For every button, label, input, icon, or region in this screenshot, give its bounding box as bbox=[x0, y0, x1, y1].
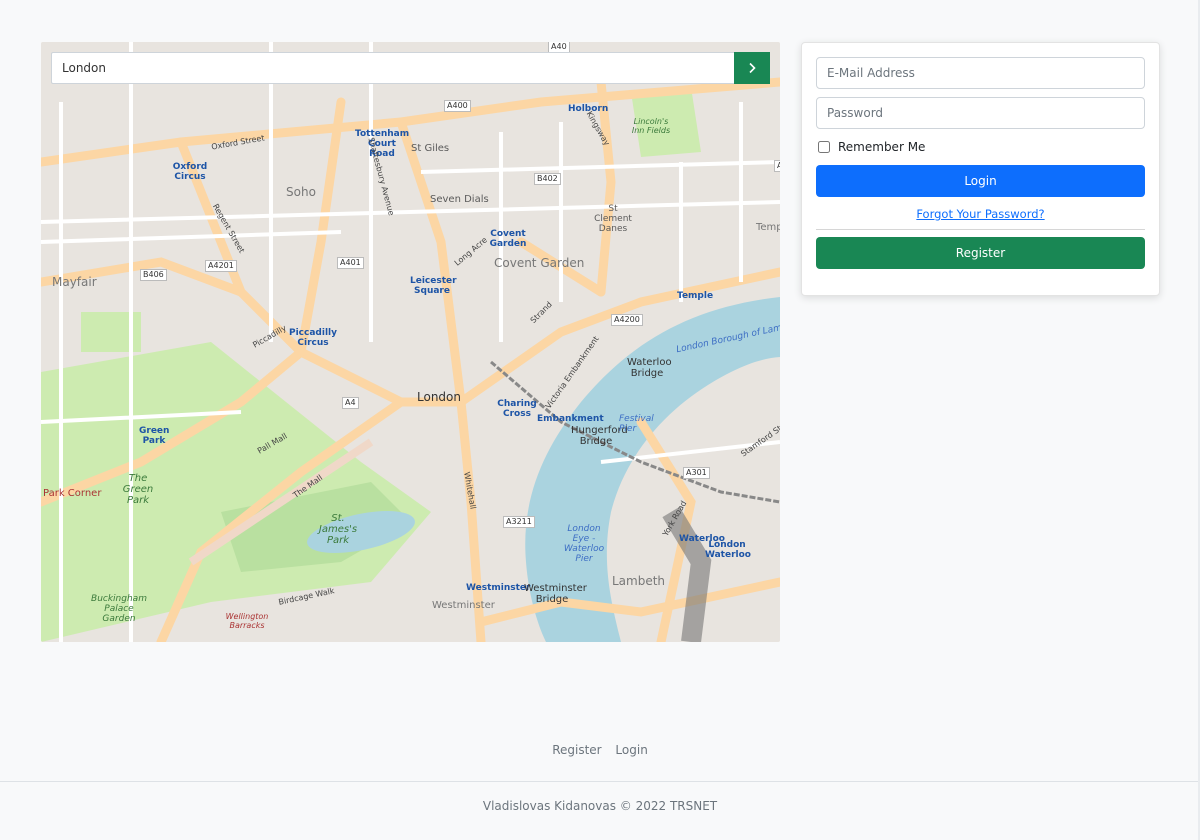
footer-divider bbox=[0, 781, 1200, 782]
road-shield: A3 bbox=[774, 160, 780, 172]
email-field[interactable] bbox=[816, 57, 1145, 89]
footer-login-link[interactable]: Login bbox=[615, 743, 647, 757]
road-shield: A400 bbox=[444, 100, 471, 112]
remember-me-checkbox[interactable] bbox=[818, 141, 830, 153]
password-field[interactable] bbox=[816, 97, 1145, 129]
footer-register-link[interactable]: Register bbox=[552, 743, 601, 757]
remember-me-label: Remember Me bbox=[838, 140, 926, 154]
register-button[interactable]: Register bbox=[816, 237, 1145, 269]
road-shield: A301 bbox=[683, 467, 710, 479]
login-button[interactable]: Login bbox=[816, 165, 1145, 197]
divider bbox=[816, 229, 1145, 230]
map-search-bar bbox=[51, 52, 770, 84]
copyright-text: Vladislovas Kidanovas © 2022 TRSNET bbox=[482, 799, 718, 813]
map-view[interactable]: A40 A400 B402 A4201 A401 B406 A4 A4200 A… bbox=[41, 42, 780, 642]
road-shield: A4 bbox=[342, 397, 359, 409]
map-search-button[interactable] bbox=[734, 52, 770, 84]
forgot-password-link[interactable]: Forgot Your Password? bbox=[816, 207, 1145, 221]
road-shield: A401 bbox=[337, 257, 364, 269]
footer-nav: Register Login bbox=[0, 743, 1200, 757]
road-shield: B406 bbox=[140, 269, 167, 281]
road-shield: A4200 bbox=[611, 314, 643, 326]
road-shield: A3211 bbox=[503, 516, 535, 528]
chevron-right-icon bbox=[749, 62, 756, 74]
login-card: Remember Me Login Forgot Your Password? … bbox=[801, 42, 1160, 296]
map-search-input[interactable] bbox=[51, 52, 734, 84]
road-shield: A4201 bbox=[205, 260, 237, 272]
road-shield: B402 bbox=[534, 173, 561, 185]
remember-me: Remember Me bbox=[816, 139, 1145, 155]
map-tiles bbox=[41, 42, 780, 642]
